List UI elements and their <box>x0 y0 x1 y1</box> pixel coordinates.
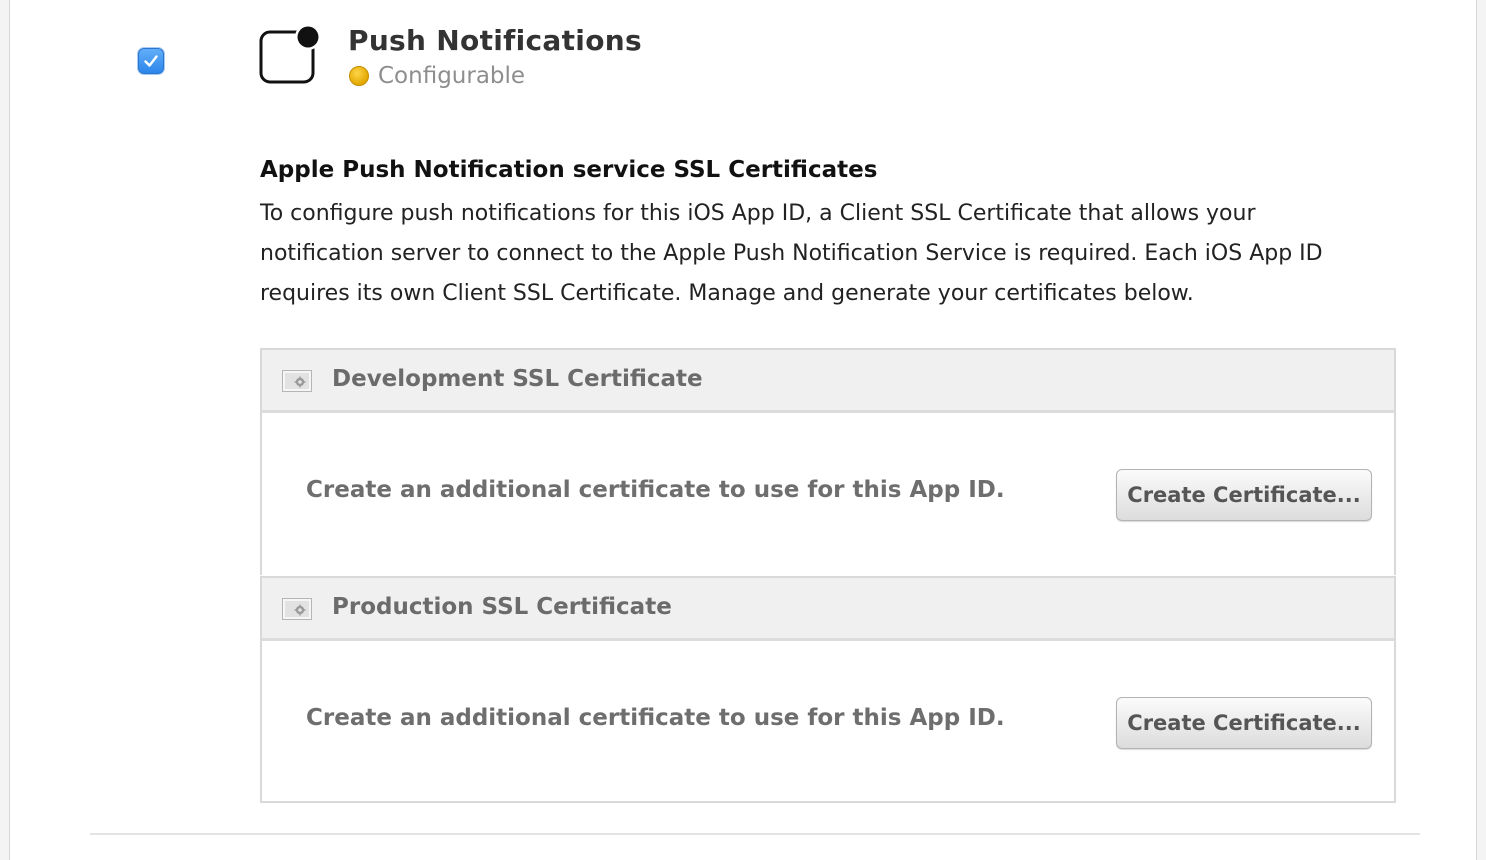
certificate-icon <box>282 370 312 392</box>
certificate-panel-bottom-border <box>260 801 1396 803</box>
section-description: To configure push notifications for this… <box>260 201 1323 306</box>
checkmark-icon <box>144 55 158 67</box>
create-development-certificate-button[interactable]: Create Certificate... <box>1116 469 1372 521</box>
certificate-header: Development SSL Certificate <box>262 350 1394 413</box>
left-frame-border <box>0 0 10 860</box>
service-status: Configurable <box>349 61 525 91</box>
section-heading: Apple Push Notification service SSL Cert… <box>260 157 878 183</box>
status-dot-icon <box>349 66 369 86</box>
certificate-body: Create an additional certificate to use … <box>262 413 1394 575</box>
service-title: Push Notifications <box>348 24 642 57</box>
certificate-title: Production SSL Certificate <box>332 594 672 620</box>
certificate-header: Production SSL Certificate <box>262 578 1394 641</box>
certificate-message: Create an additional certificate to use … <box>306 705 1005 731</box>
production-certificate-panel: Production SSL Certificate Create an add… <box>260 576 1396 803</box>
certificate-body: Create an additional certificate to use … <box>262 641 1394 803</box>
status-text: Configurable <box>378 63 526 89</box>
section-divider <box>90 833 1420 835</box>
notification-badge-icon <box>259 26 321 84</box>
create-production-certificate-button[interactable]: Create Certificate... <box>1116 697 1372 749</box>
development-certificate-panel: Development SSL Certificate Create an ad… <box>260 348 1396 575</box>
certificate-title: Development SSL Certificate <box>332 366 703 392</box>
right-frame-border <box>1476 0 1486 860</box>
certificate-icon <box>282 598 312 620</box>
app-id-capabilities-page: Push Notifications Configurable Apple Pu… <box>0 0 1486 860</box>
certificate-message: Create an additional certificate to use … <box>306 477 1005 503</box>
push-notifications-checkbox[interactable] <box>138 48 164 74</box>
